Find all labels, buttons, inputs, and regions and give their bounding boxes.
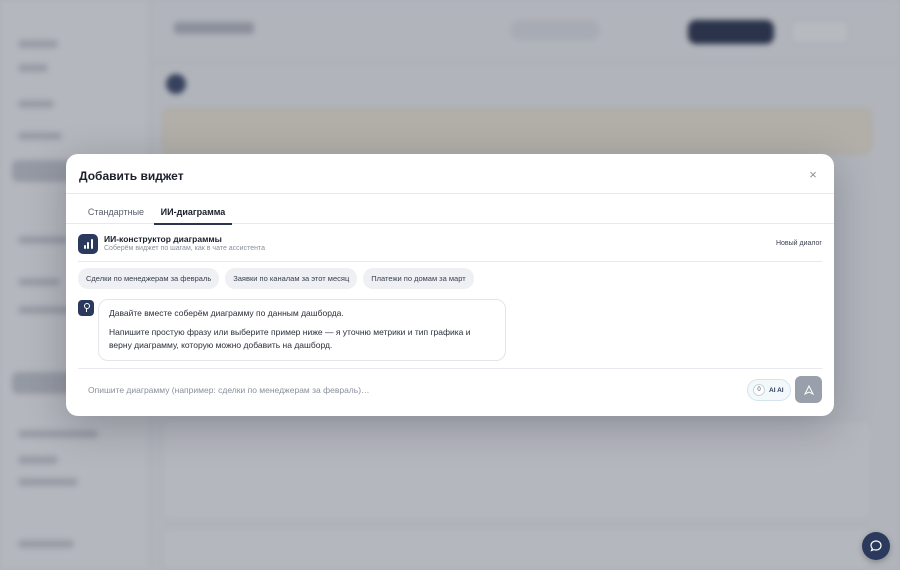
message-line: Давайте вместе соберём диаграмму по данн… — [109, 308, 344, 318]
close-icon[interactable]: × — [806, 168, 820, 182]
suggestion-chip[interactable]: Платежи по домам за март — [363, 268, 474, 289]
suggestion-chips: Сделки по менеджерам за февраль Заявки п… — [78, 268, 474, 290]
toggle-knob: 0 — [753, 384, 765, 396]
tab-ai-chart[interactable]: ИИ-диаграмма — [154, 194, 232, 225]
widget-tabs: Стандартные ИИ-диаграмма — [66, 194, 834, 225]
chat-bubble-icon — [870, 540, 882, 552]
ai-builder-title: ИИ-конструктор диаграммы — [104, 234, 222, 244]
bar-chart-icon — [78, 234, 98, 254]
chat-support-button[interactable] — [862, 532, 890, 560]
assistant-message: Давайте вместе соберём диаграмму по данн… — [98, 299, 506, 361]
send-icon — [803, 384, 814, 395]
add-widget-modal: Добавить виджет × Стандартные ИИ-диаграм… — [66, 154, 834, 416]
composer: 0 AI AI — [78, 368, 822, 408]
modal-title: Добавить виджет — [79, 169, 184, 183]
suggestion-chip[interactable]: Сделки по менеджерам за февраль — [78, 268, 220, 289]
modal-header: Добавить виджет × — [66, 154, 834, 194]
ai-builder-subtitle: Соберём виджет по шагам, как в чате асси… — [104, 245, 265, 252]
new-dialog-button[interactable]: Новый диалог — [776, 240, 822, 247]
tab-standard[interactable]: Стандартные — [78, 194, 154, 224]
ai-builder-header: ИИ-конструктор диаграммы Соберём виджет … — [78, 232, 822, 262]
toggle-label: AI AI — [769, 386, 784, 394]
assistant-bulb-icon — [78, 300, 94, 316]
send-button[interactable] — [795, 376, 822, 403]
prompt-input[interactable] — [78, 377, 718, 403]
suggestion-chip[interactable]: Заявки по каналам за этот месяц — [225, 268, 358, 289]
ai-mode-toggle[interactable]: 0 AI AI — [747, 379, 791, 401]
message-line: Напишите простую фразу или выберите прим… — [109, 327, 471, 350]
